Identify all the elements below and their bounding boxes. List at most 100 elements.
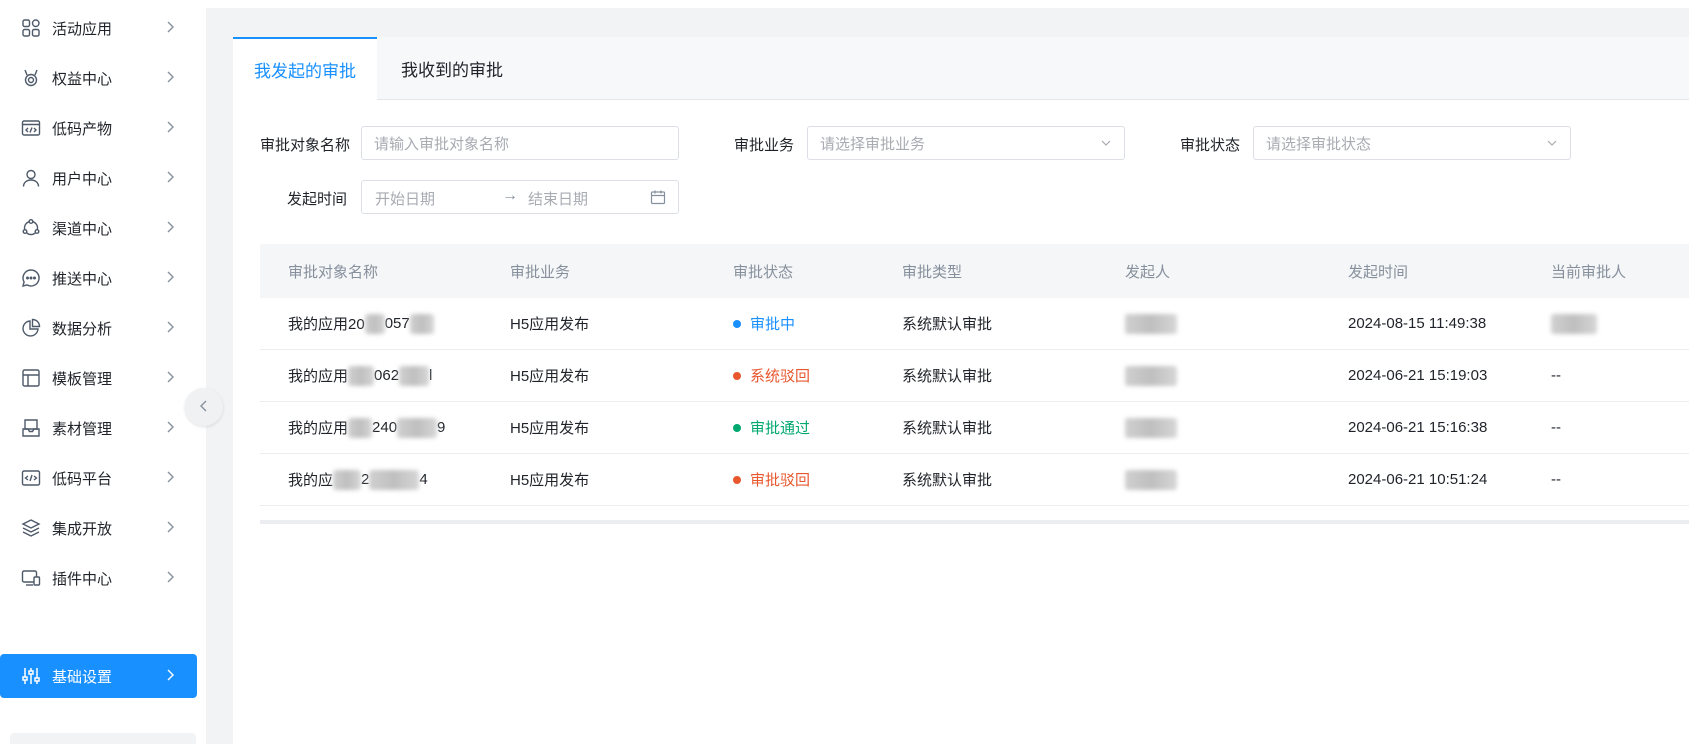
sidebar-item-label: 模板管理 — [52, 370, 113, 388]
cell-business: H5应用发布 — [510, 316, 590, 333]
cell-type: 系统默认审批 — [902, 472, 993, 489]
sidebar-item-user-center[interactable]: 用户中心 — [0, 156, 197, 200]
redacted-block — [364, 313, 385, 334]
cell-status: 审批中 — [733, 298, 795, 349]
redacted-block — [369, 469, 420, 490]
sidebar-item-label: 权益中心 — [52, 70, 113, 88]
cell-approver: -- — [1551, 471, 1561, 488]
sidebar-item-activity-apps[interactable]: 活动应用 — [0, 6, 197, 50]
cell-time: 2024-06-21 15:19:03 — [1348, 367, 1488, 384]
chevron-right-icon — [165, 220, 175, 237]
cell-initiator — [1125, 402, 1177, 453]
sidebar-item-material-management[interactable]: 素材管理 — [0, 406, 197, 450]
cell-type: 系统默认审批 — [902, 368, 993, 385]
col-header-business: 审批业务 — [510, 263, 571, 281]
redacted-block — [1125, 313, 1177, 334]
horizontal-scrollbar[interactable] — [260, 520, 1689, 524]
redacted-block — [1551, 313, 1597, 334]
date-range-picker[interactable]: 开始日期 → 结束日期 — [361, 180, 679, 214]
sidebar-item-label: 数据分析 — [52, 320, 113, 338]
layout-icon — [20, 367, 42, 389]
row-name-mid: 062 — [374, 367, 400, 384]
row-name-mid: 2 — [361, 471, 370, 488]
col-header-time: 发起时间 — [1348, 263, 1409, 281]
cell-status: 系统驳回 — [733, 350, 810, 401]
col-header-name: 审批对象名称 — [288, 263, 379, 281]
cell-time: 2024-06-21 10:51:24 — [1348, 471, 1488, 488]
row-name-prefix: 我的应用 — [288, 420, 349, 437]
user-icon — [20, 167, 42, 189]
filter-name-label: 审批对象名称 — [260, 137, 351, 154]
sidebar-item-push-center[interactable]: 推送中心 — [0, 256, 197, 300]
sidebar-item-lowcode-artifacts[interactable]: 低码产物 — [0, 106, 197, 150]
filter-business-label: 审批业务 — [734, 137, 795, 154]
chevron-right-icon — [165, 20, 175, 37]
chevron-right-icon — [165, 520, 175, 537]
sidebar-item-data-analysis[interactable]: 数据分析 — [0, 306, 197, 350]
approval-table: 审批对象名称 审批业务 审批状态 审批类型 发起人 发起时间 当前审批人 我的应… — [260, 244, 1689, 524]
row-name-mid: 057 — [384, 315, 410, 332]
tab-my-received[interactable]: 我收到的审批 — [401, 37, 503, 99]
cell-approver — [1551, 298, 1597, 349]
row-name-prefix: 我的应用20 — [288, 316, 365, 333]
sidebar-item-channel-center[interactable]: 渠道中心 — [0, 206, 197, 250]
cell-time: 2024-08-15 11:49:38 — [1348, 315, 1487, 332]
chevron-right-icon — [165, 320, 175, 337]
cell-initiator — [1125, 298, 1177, 349]
name-search-input[interactable]: 请输入审批对象名称 — [361, 126, 679, 160]
cell-business: H5应用发布 — [510, 472, 590, 489]
chevron-right-icon — [165, 668, 175, 685]
chevron-right-icon — [165, 570, 175, 587]
redacted-block — [348, 365, 375, 386]
sidebar-item-label: 渠道中心 — [52, 220, 113, 238]
top-bar — [206, 0, 1689, 8]
table-row[interactable]: 我的应用 240 9 H5应用发布 审批通过 系统默认审批 2024-06-21 1… — [260, 402, 1689, 454]
sidebar-item-label: 插件中心 — [52, 570, 113, 588]
chevron-down-icon — [1546, 136, 1558, 154]
chevron-right-icon — [165, 170, 175, 187]
status-dot — [733, 319, 741, 328]
table-header: 审批对象名称 审批业务 审批状态 审批类型 发起人 发起时间 当前审批人 — [260, 244, 1689, 298]
filter-time-label: 发起时间 — [287, 191, 348, 208]
sidebar-item-label: 素材管理 — [52, 420, 113, 438]
layers-icon — [20, 517, 42, 539]
sidebar-item-benefits[interactable]: 权益中心 — [0, 56, 197, 100]
tab-my-initiated[interactable]: 我发起的审批 — [233, 37, 377, 100]
redacted-block — [1125, 417, 1177, 438]
sidebar-item-plugin-center[interactable]: 插件中心 — [0, 556, 197, 600]
start-date-input[interactable]: 开始日期 — [375, 188, 435, 209]
table-row[interactable]: 我的应用 062 l H5应用发布 系统驳回 系统默认审批 2024-06-21 1… — [260, 350, 1689, 402]
sidebar-item-integration[interactable]: 集成开放 — [0, 506, 197, 550]
sidebar-item-basic-settings[interactable]: 基础设置 — [0, 654, 197, 698]
sidebar-item-template-management[interactable]: 模板管理 — [0, 356, 197, 400]
status-text: 系统驳回 — [750, 368, 811, 385]
sliders-icon — [20, 665, 42, 687]
redacted-block — [1125, 365, 1177, 386]
sidebar-item-lowcode-platform[interactable]: 低码平台 — [0, 456, 197, 500]
code-icon — [20, 467, 42, 489]
sidebar-item-label: 推送中心 — [52, 270, 113, 288]
chevron-right-icon — [165, 120, 175, 137]
business-select[interactable]: 请选择审批业务 — [807, 126, 1125, 160]
row-name-suffix: l — [429, 367, 433, 384]
sidebar-collapse-button[interactable] — [185, 388, 223, 426]
col-header-type: 审批类型 — [902, 263, 963, 281]
col-header-initiator: 发起人 — [1125, 263, 1171, 281]
redacted-block — [399, 365, 430, 386]
cell-approver: -- — [1551, 367, 1561, 384]
table-row[interactable]: 我的应用20 057 H5应用发布 审批中 系统默认审批 2024-08-15 1… — [260, 298, 1689, 350]
code-window-icon — [20, 117, 42, 139]
redacted-block — [348, 417, 373, 438]
table-row[interactable]: 我的应 2 4 H5应用发布 审批驳回 系统默认审批 2024-06-21 10:5… — [260, 454, 1689, 506]
channel-icon — [20, 217, 42, 239]
tabs-bar: 我发起的审批 我收到的审批 — [233, 37, 1689, 100]
status-select[interactable]: 请选择审批状态 — [1253, 126, 1571, 160]
chevron-down-icon — [1100, 136, 1112, 154]
cell-initiator — [1125, 350, 1177, 401]
business-select-placeholder: 请选择审批业务 — [820, 135, 926, 153]
sidebar-item-label: 集成开放 — [52, 520, 113, 538]
chevron-right-icon — [165, 370, 175, 387]
monitor-icon — [20, 567, 42, 589]
end-date-input[interactable]: 结束日期 — [528, 188, 588, 209]
chevron-left-icon — [199, 399, 209, 416]
